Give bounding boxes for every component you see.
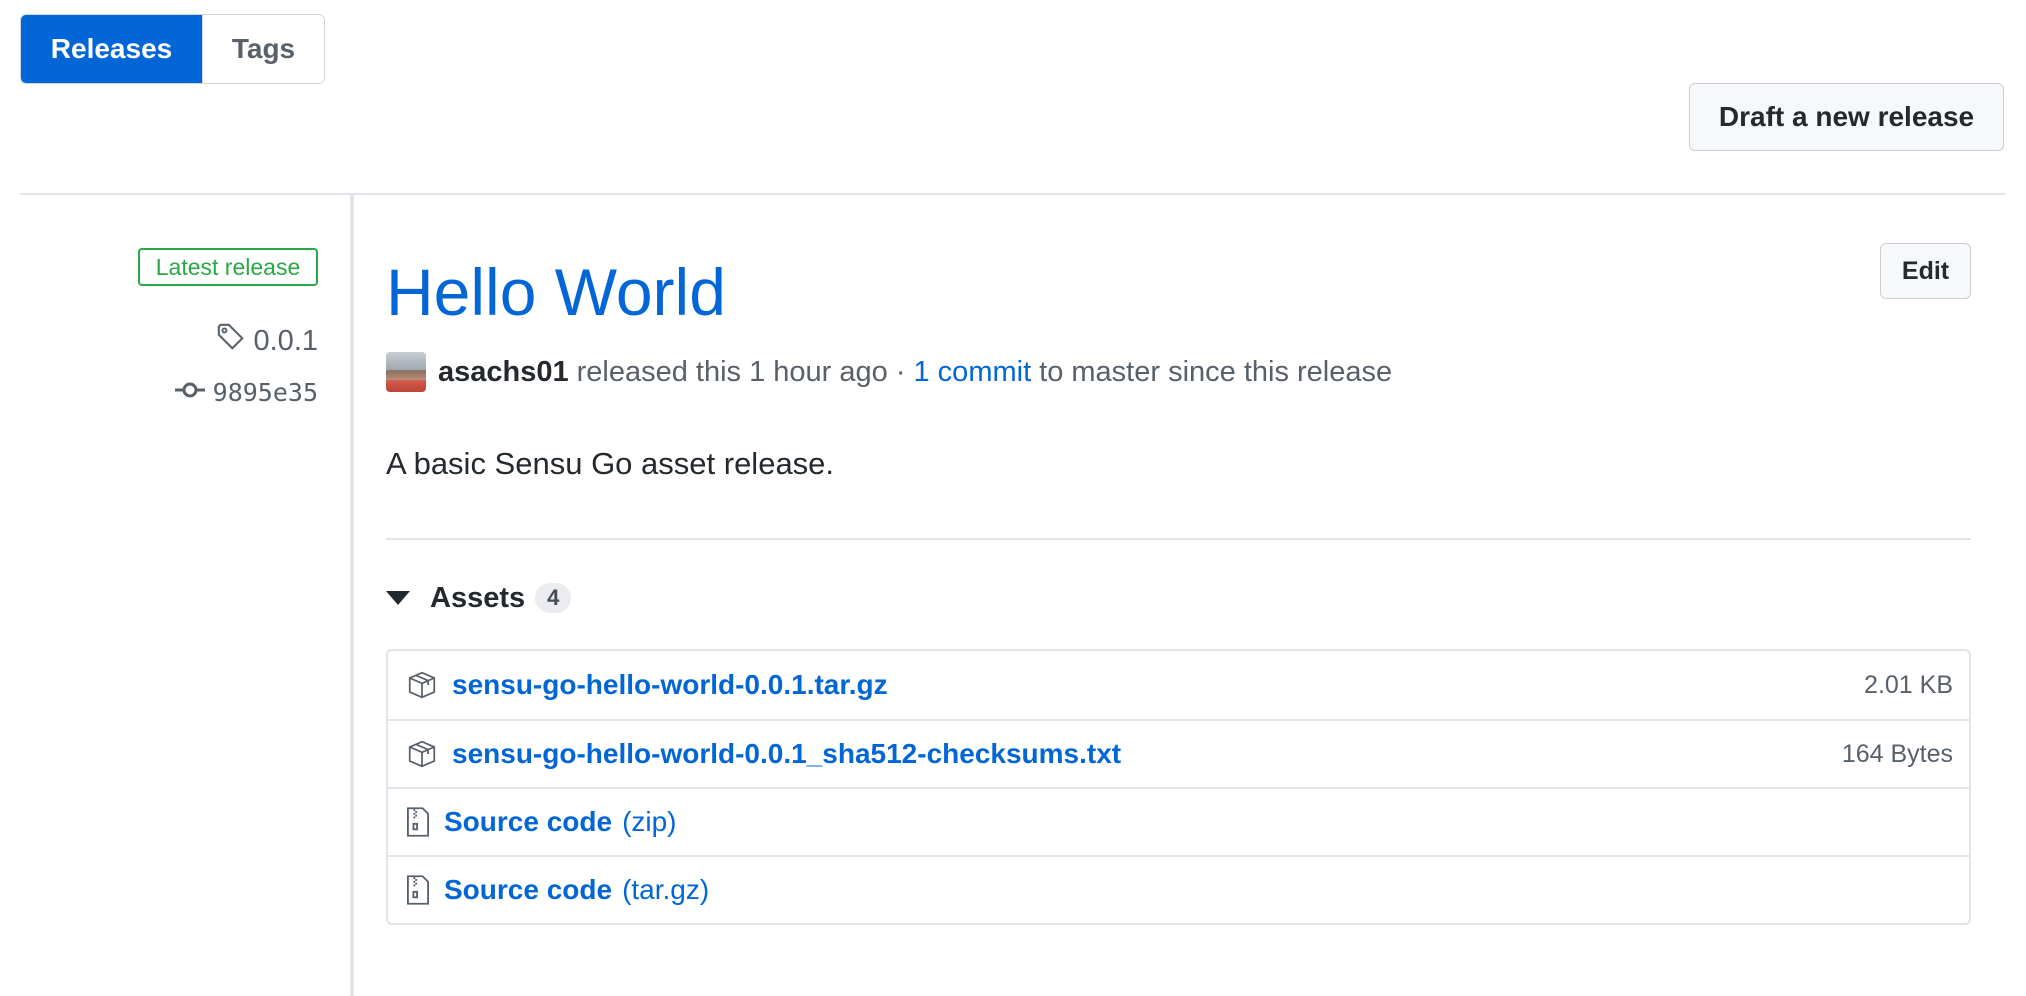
tab-tags[interactable]: Tags [202, 15, 324, 83]
commit-sha: 9895e35 [212, 378, 318, 407]
source-code-link[interactable]: Source code [444, 874, 612, 906]
assets-toggle[interactable]: Assets 4 [386, 578, 572, 618]
release-commit[interactable]: 9895e35 [174, 378, 318, 407]
divider [20, 193, 2005, 195]
edit-button[interactable]: Edit [1880, 243, 1971, 299]
list-item: Source code (tar.gz) [388, 855, 1969, 923]
source-format[interactable]: (zip) [622, 806, 676, 838]
author-link[interactable]: asachs01 [438, 356, 569, 389]
assets-count-badge: 4 [535, 583, 572, 613]
release-description: A basic Sensu Go asset release. [386, 446, 835, 481]
tag-icon [216, 322, 246, 360]
asset-link[interactable]: sensu-go-hello-world-0.0.1_sha512-checks… [452, 738, 1121, 770]
package-icon [406, 738, 438, 770]
list-item: Source code (zip) [388, 787, 1969, 855]
assets-label: Assets [430, 581, 526, 614]
list-item: sensu-go-hello-world-0.0.1_sha512-checks… [388, 719, 1969, 787]
source-format[interactable]: (tar.gz) [622, 874, 709, 906]
file-zip-icon [406, 806, 430, 838]
release-meta: asachs01 released this 1 hour ago · 1 co… [386, 352, 1392, 392]
timeline-divider [350, 195, 354, 996]
caret-down-icon [386, 591, 410, 605]
avatar[interactable] [386, 352, 426, 392]
since-text: to master since this release [1039, 355, 1393, 388]
package-icon [406, 669, 438, 701]
assets-list: sensu-go-hello-world-0.0.1.tar.gz 2.01 K… [386, 649, 1971, 925]
asset-size: 164 Bytes [1841, 739, 1953, 768]
file-zip-icon [406, 874, 430, 906]
release-tag[interactable]: 0.0.1 [216, 322, 319, 360]
tag-label: 0.0.1 [253, 324, 319, 357]
tab-releases[interactable]: Releases [21, 15, 202, 83]
release-title[interactable]: Hello World [386, 252, 726, 332]
asset-link[interactable]: sensu-go-hello-world-0.0.1.tar.gz [452, 669, 888, 701]
release-tabs: Releases Tags [20, 14, 325, 84]
source-code-link[interactable]: Source code [444, 806, 612, 838]
divider [386, 538, 1971, 540]
draft-release-button[interactable]: Draft a new release [1689, 83, 2004, 151]
latest-release-badge: Latest release [138, 248, 318, 286]
released-text: released this 1 hour ago · [576, 355, 906, 388]
commit-icon [174, 378, 205, 407]
asset-size: 2.01 KB [1864, 670, 1953, 699]
list-item: sensu-go-hello-world-0.0.1.tar.gz 2.01 K… [388, 651, 1969, 719]
commits-link[interactable]: 1 commit [914, 356, 1032, 389]
